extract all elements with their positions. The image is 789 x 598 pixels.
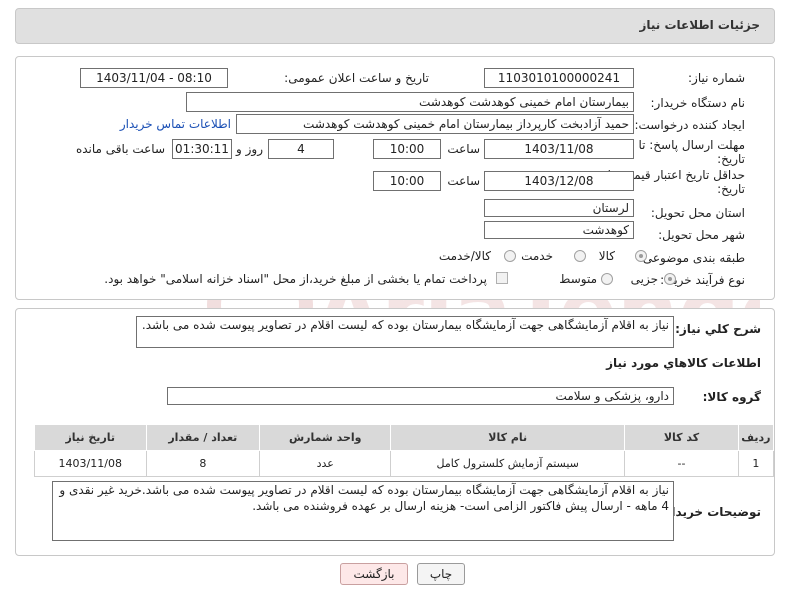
remaining-time-label: ساعت باقی مانده — [75, 142, 165, 156]
purchase-type-option-medium: متوسط — [559, 272, 597, 286]
category-option-goods-service: کالا/خدمت — [438, 249, 491, 263]
cell-date: 1403/11/08 — [34, 450, 147, 477]
col-quantity: تعداد / مقدار — [145, 424, 261, 451]
announce-datetime-field: 1403/11/04 - 08:10 — [80, 68, 228, 88]
goods-group-field: دارو، پزشکی و سلامت — [167, 387, 674, 405]
province-label: استان محل تحویل: — [650, 206, 745, 220]
requester-field: حمید آزادبخت کارپرداز بیمارستان امام خمی… — [236, 114, 634, 134]
price-validity-label-date: تاریخ: — [717, 182, 745, 196]
reply-deadline-label-date: تاریخ: — [717, 152, 745, 166]
buyer-org-field: بیمارستان امام خمینی کوهدشت کوهدشت — [186, 92, 634, 112]
need-number-field: 1103010100000241 — [484, 68, 634, 88]
col-code: کد کالا — [624, 424, 739, 451]
page-header: جزئیات اطلاعات نیاز — [15, 8, 775, 44]
treasury-payment-checkbox[interactable] — [496, 272, 508, 284]
price-validity-date-field: 1403/12/08 — [484, 171, 634, 191]
price-validity-time-label: ساعت — [447, 174, 480, 188]
goods-table: رديف کد کالا نام کالا واحد شمارش تعداد /… — [34, 424, 775, 477]
requester-label: ایجاد کننده درخواست: — [634, 118, 745, 132]
cell-row: 1 — [737, 450, 775, 477]
reply-deadline-date-field: 1403/11/08 — [484, 139, 634, 159]
col-name: نام کالا — [390, 424, 626, 451]
goods-section-title: اطلاعات کالاهاي مورد نياز — [606, 356, 761, 370]
announce-datetime-label: تاریخ و ساعت اعلان عمومی: — [284, 71, 429, 85]
category-option-goods: کالا — [598, 249, 615, 263]
remaining-days-label: روز و — [236, 142, 263, 156]
summary-field: نیاز به اقلام آزمایشگاهی جهت آزمایشگاه ب… — [136, 316, 674, 348]
print-button[interactable]: چاپ — [417, 563, 465, 585]
reply-deadline-time-field: 10:00 — [373, 139, 441, 159]
buyer-org-label: نام دستگاه خریدار: — [650, 96, 746, 110]
table-row: 1 -- سیستم آزمایش کلسترول کامل عدد 8 140… — [34, 450, 775, 477]
buyer-contact-link[interactable]: اطلاعات تماس خریدار — [120, 117, 231, 131]
col-row: رديف — [737, 424, 775, 451]
city-label: شهر محل تحویل: — [658, 228, 745, 242]
need-number-label: شماره نیاز: — [688, 71, 745, 85]
cell-quantity: 8 — [145, 450, 261, 477]
reply-deadline-label: مهلت ارسال پاسخ: تا — [638, 138, 745, 152]
purchase-type-option-minor: جزیی — [630, 272, 658, 286]
remaining-days-field: 4 — [268, 139, 334, 159]
summary-label: شرح کلي نياز: — [675, 322, 761, 336]
goods-group-label: گروه کالا: — [702, 390, 761, 404]
col-unit: واحد شمارش — [259, 424, 392, 451]
purchase-type-radio-minor[interactable] — [664, 273, 676, 285]
category-label: طبقه بندی موضوعی: — [638, 251, 745, 265]
remaining-time-field: 01:30:11 — [172, 139, 232, 159]
city-field: کوهدشت — [484, 221, 634, 239]
page-title: جزئیات اطلاعات نیاز — [639, 18, 760, 32]
back-button[interactable]: بازگشت — [340, 563, 408, 585]
reply-deadline-time-label: ساعت — [447, 142, 480, 156]
buyer-notes-field: نیاز به اقلام آزمایشگاهی جهت آزمایشگاه ب… — [52, 481, 674, 541]
category-radio-goods-service[interactable] — [504, 250, 516, 262]
buyer-notes-label: توضیحات خریدار: — [659, 505, 761, 519]
price-validity-time-field: 10:00 — [373, 171, 441, 191]
province-field: لرستان — [484, 199, 634, 217]
category-option-service: خدمت — [521, 249, 553, 263]
treasury-payment-note: پرداخت تمام یا بخشی از مبلغ خرید،از محل … — [104, 272, 487, 286]
cell-code: -- — [624, 450, 739, 477]
purchase-type-radio-medium[interactable] — [601, 273, 613, 285]
col-date: تاريخ نياز — [34, 424, 147, 451]
category-radio-service[interactable] — [574, 250, 586, 262]
cell-name: سیستم آزمایش کلسترول کامل — [390, 450, 626, 477]
category-radio-goods[interactable] — [635, 250, 647, 262]
goods-table-header: رديف کد کالا نام کالا واحد شمارش تعداد /… — [34, 424, 775, 451]
cell-unit: عدد — [259, 450, 392, 477]
